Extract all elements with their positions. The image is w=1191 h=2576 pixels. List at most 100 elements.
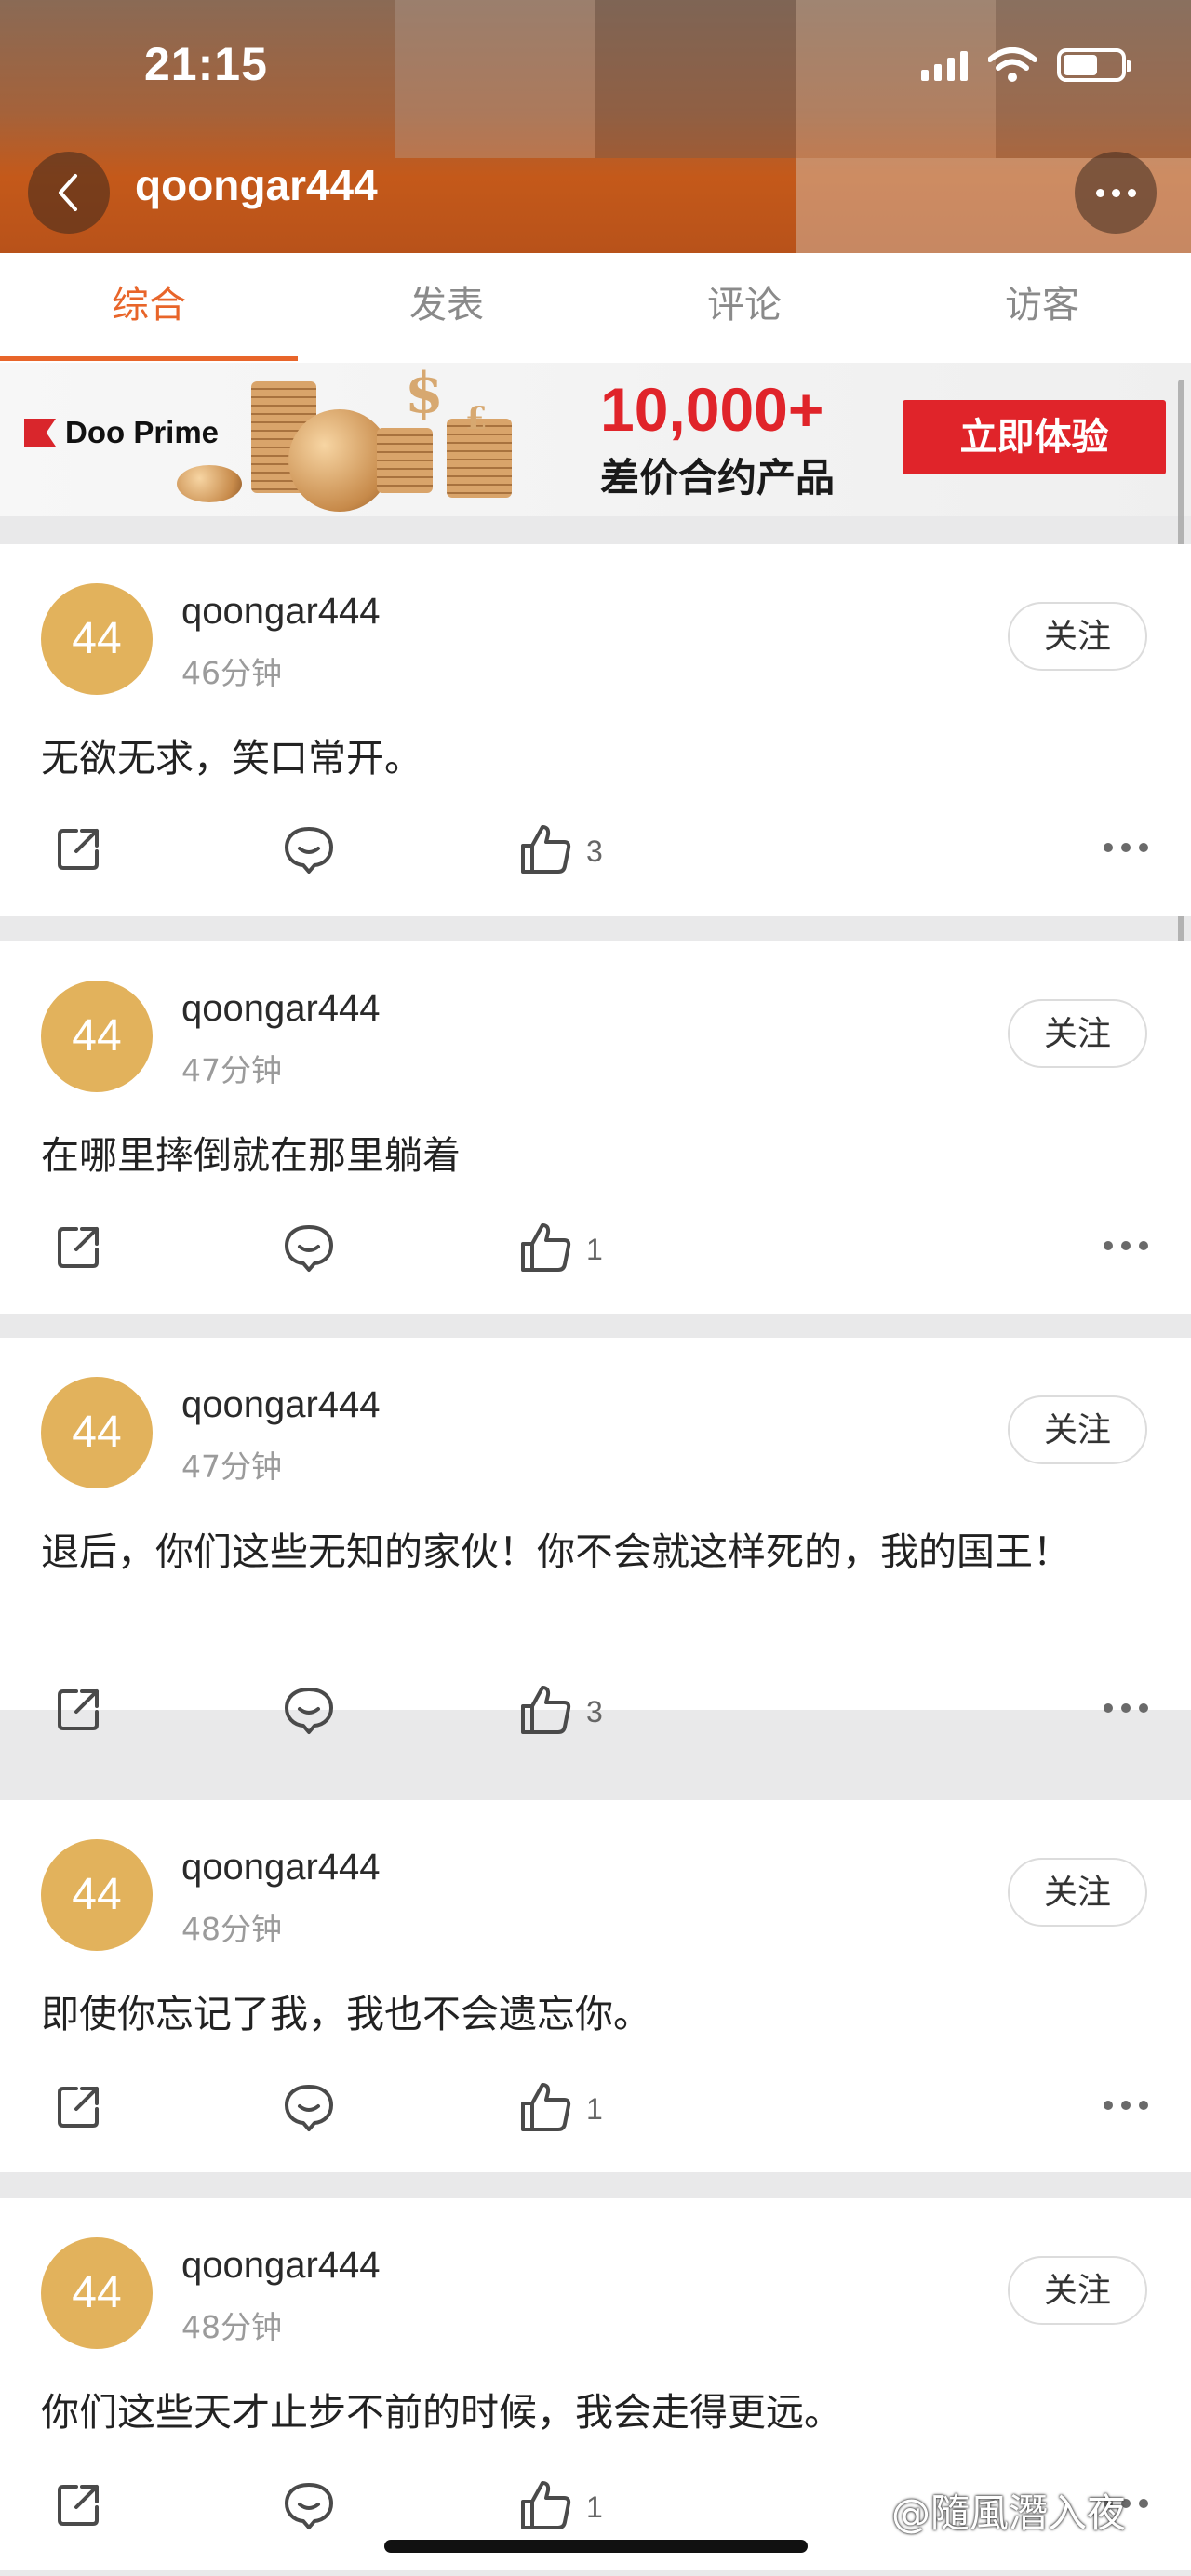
like-button[interactable]: 3 [517,819,603,884]
share-icon [52,1684,104,1740]
post-more-button[interactable] [1104,1241,1148,1250]
share-icon [52,2479,104,2535]
like-button[interactable]: 1 [517,2076,603,2142]
follow-button[interactable]: 关注 [1008,2256,1147,2325]
more-dot-icon [1111,188,1120,197]
post-actions: 3 [0,819,1191,884]
follow-button[interactable]: 关注 [1008,999,1147,1068]
like-count: 3 [586,834,603,868]
more-dot-icon [1121,1241,1131,1250]
more-dot-icon [1104,1241,1113,1250]
thumbs-up-icon [517,821,573,881]
post-content[interactable]: 你们这些天才止步不前的时候，我会走得更远。 [41,2380,1148,2445]
post-actions: 1 [0,1217,1191,1282]
post-content[interactable]: 无欲无求，笑口常开。 [41,726,1148,791]
cellular-signal-icon [921,49,968,81]
thumbs-up-icon [517,2079,573,2139]
more-dot-icon [1127,188,1136,197]
share-icon [52,1221,104,1277]
comment-icon [281,1221,337,1277]
like-button[interactable]: 3 [517,1679,603,1744]
avatar[interactable]: 44 [41,583,153,695]
post-content[interactable]: 在哪里摔倒就在那里躺着 [41,1123,1148,1188]
more-dot-icon [1139,1703,1148,1713]
share-icon [52,823,104,879]
post-username[interactable]: qoongar444 [181,988,381,1030]
profile-header: 21:15 qoongar444 [0,0,1191,253]
avatar[interactable]: 44 [41,1839,153,1951]
brand-mark-icon [24,419,56,447]
post-content[interactable]: 退后，你们这些无知的家伙！你不会就这样死的，我的国王！ [41,1519,1148,1584]
comment-icon [281,823,337,879]
ad-cta-button[interactable]: 立即体验 [903,400,1166,474]
thumbs-up-icon [517,2477,573,2537]
post-username[interactable]: qoongar444 [181,591,381,633]
like-count: 1 [586,2489,603,2524]
profile-tabs: 综合 发表 评论 访客 [0,253,1191,364]
wifi-icon [988,47,1037,82]
more-options-button[interactable] [1075,152,1157,234]
share-button[interactable] [52,1217,104,1282]
comment-button[interactable] [281,819,337,884]
more-dot-icon [1104,1703,1113,1713]
follow-button[interactable]: 关注 [1008,602,1147,671]
post-timestamp: 48分钟 [181,2309,282,2345]
post-username[interactable]: qoongar444 [181,1847,381,1889]
comment-button[interactable] [281,2475,337,2540]
more-dot-icon [1095,188,1104,197]
more-dot-icon [1104,2101,1113,2110]
home-indicator[interactable] [384,2540,808,2553]
header-background-photo [395,0,596,158]
post-content[interactable]: 即使你忘记了我，我也不会遗忘你。 [41,1982,1148,2047]
post-actions: 3 [0,1679,1191,1744]
comment-button[interactable] [281,1217,337,1282]
comment-icon [281,1684,337,1740]
share-button[interactable] [52,819,104,884]
thumbs-up-icon [517,1220,573,1279]
avatar[interactable]: 44 [41,981,153,1092]
more-dot-icon [1139,2499,1148,2508]
like-button[interactable]: 1 [517,2475,603,2540]
comment-button[interactable] [281,2076,337,2142]
page-title: qoongar444 [135,161,378,209]
gold-coins-image: $ £ [177,363,577,516]
ad-subline: 差价合约产品 [600,455,836,501]
thumbs-up-icon [517,1682,573,1742]
tab-overview[interactable]: 综合 [0,253,298,363]
ad-banner[interactable]: Doo Prime $ £ 10,000+ 差价合约产品 立即体验 [0,363,1191,516]
share-button[interactable] [52,2076,104,2142]
post-more-button[interactable] [1104,1703,1148,1713]
share-button[interactable] [52,1679,104,1744]
more-dot-icon [1104,843,1113,852]
post-card[interactable]: 44 qoongar444 47分钟 关注退后，你们这些无知的家伙！你不会就这样死的，… [0,1338,1191,1710]
post-actions: 1 [0,2076,1191,2142]
like-button[interactable]: 1 [517,1217,603,1282]
tab-comments[interactable]: 评论 [596,253,893,363]
post-timestamp: 46分钟 [181,655,282,691]
tab-posts[interactable]: 发表 [298,253,596,363]
more-dot-icon [1121,1703,1131,1713]
post-timestamp: 47分钟 [181,1448,282,1485]
tab-visitors[interactable]: 访客 [893,253,1191,363]
post-more-button[interactable] [1104,843,1148,852]
share-button[interactable] [52,2475,104,2540]
back-button[interactable] [28,152,110,234]
more-dot-icon [1139,2101,1148,2110]
comment-button[interactable] [281,1679,337,1744]
more-dot-icon [1139,1241,1148,1250]
ad-headline: 10,000+ [600,375,824,444]
avatar[interactable]: 44 [41,2237,153,2349]
post-username[interactable]: qoongar444 [181,2245,381,2287]
follow-button[interactable]: 关注 [1008,1858,1147,1927]
chevron-left-icon [59,174,77,211]
post-more-button[interactable] [1104,2101,1148,2110]
post-username[interactable]: qoongar444 [181,1384,381,1426]
more-dot-icon [1139,843,1148,852]
like-count: 1 [586,1232,603,1266]
more-dot-icon [1121,843,1131,852]
battery-icon [1057,48,1131,82]
like-count: 3 [586,1694,603,1728]
avatar[interactable]: 44 [41,1377,153,1488]
follow-button[interactable]: 关注 [1008,1395,1147,1464]
post-timestamp: 47分钟 [181,1052,282,1088]
